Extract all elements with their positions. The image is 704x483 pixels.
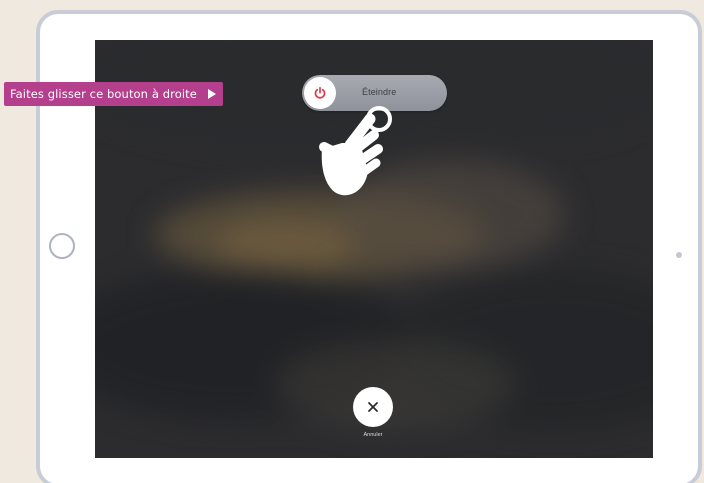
- cancel-label: Annuler: [363, 432, 383, 438]
- power-icon: [314, 86, 326, 99]
- close-icon: [368, 402, 378, 412]
- play-arrow-icon: [207, 89, 216, 99]
- instruction-text: Faites glisser ce bouton à droite: [10, 87, 197, 101]
- camera-dot: [676, 252, 682, 258]
- cancel-button[interactable]: [353, 387, 393, 427]
- home-button-icon[interactable]: [49, 233, 75, 259]
- instruction-banner: Faites glisser ce bouton à droite: [4, 82, 223, 106]
- hand-swipe-icon: [319, 106, 392, 196]
- page: Éteindre Faites glisser ce bouton à droi…: [0, 0, 704, 483]
- slider-label: Éteindre: [362, 87, 397, 97]
